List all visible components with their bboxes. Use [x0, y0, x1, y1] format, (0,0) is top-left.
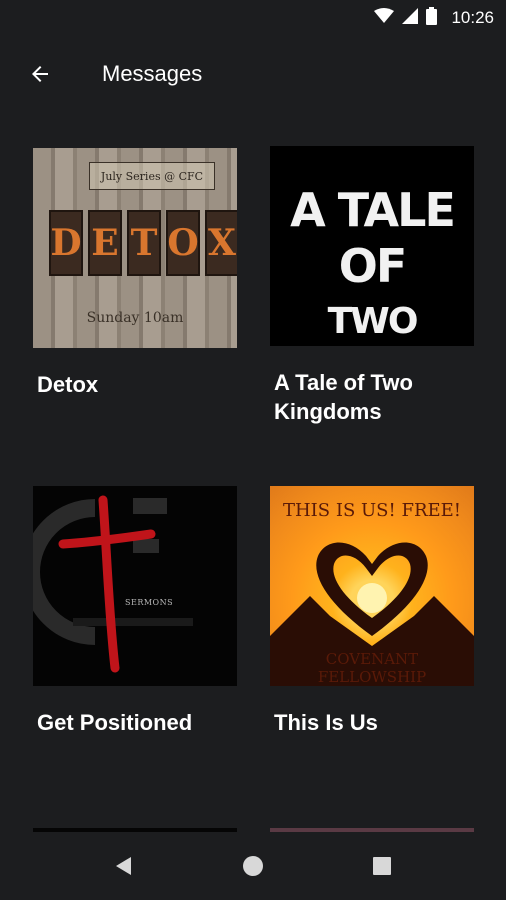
thumbnail-label: SERMONS	[125, 598, 174, 607]
letter-tiles: D E T O X	[49, 210, 237, 276]
thumbnail-line-1: A TALE OF	[290, 183, 456, 293]
back-button[interactable]	[16, 50, 64, 98]
thumbnail-bottom-text: COVENANT FELLOWSHIP	[317, 650, 427, 686]
message-title[interactable]: Detox	[37, 370, 237, 399]
status-bar: 10:26	[0, 0, 506, 36]
letter-tile: T	[127, 210, 161, 276]
message-thumbnail[interactable]: July Series @ CFC D E T O X Sunday 10am	[33, 148, 237, 348]
nav-back-button[interactable]	[100, 842, 148, 890]
message-title[interactable]: Get Positioned	[37, 708, 237, 737]
thumbnail-text: A TALE OF TWO KINGDOMS	[270, 182, 474, 346]
status-icons: 10:26	[374, 6, 494, 30]
nav-recents-button[interactable]	[358, 842, 406, 890]
message-card-get-positioned[interactable]: SERMONS Get Positioned	[33, 486, 237, 737]
status-time: 10:26	[451, 8, 494, 27]
thumbnail-subtitle: Sunday 10am	[86, 310, 184, 326]
message-thumbnail[interactable]: SERMONS	[33, 486, 237, 686]
page-title: Messages	[102, 61, 203, 86]
message-card-detox[interactable]: July Series @ CFC D E T O X Sunday 10am …	[33, 148, 237, 399]
message-title[interactable]: This Is Us	[274, 708, 474, 737]
thumbnail-line-2: TWO KINGDOMS	[327, 301, 419, 342]
message-card-this-is-us[interactable]: THIS IS US! FREE! COVENANT FELLOWSHIP Th…	[270, 486, 474, 737]
letter-tile: X	[205, 210, 237, 276]
signal-icon	[402, 7, 419, 29]
wifi-icon	[374, 7, 395, 29]
letter-tile: O	[166, 210, 200, 276]
letter-tile: E	[88, 210, 122, 276]
triangle-back-icon	[116, 857, 132, 875]
circle-home-icon	[242, 856, 263, 876]
app-bar: Messages	[0, 42, 506, 106]
letter-tile: D	[49, 210, 83, 276]
square-recents-icon	[372, 857, 391, 875]
message-title[interactable]: A Tale of Two Kingdoms	[274, 368, 474, 426]
thumbnail-banner: July Series @ CFC	[89, 162, 215, 190]
thumbnail-top-text: THIS IS US! FREE!	[282, 500, 462, 521]
navigation-bar	[0, 832, 506, 900]
battery-icon	[426, 6, 438, 30]
message-thumbnail[interactable]: A TALE OF TWO KINGDOMS	[270, 146, 474, 346]
message-thumbnail[interactable]: THIS IS US! FREE! COVENANT FELLOWSHIP	[270, 486, 474, 686]
cross-icon	[58, 495, 156, 673]
message-card-tale-of-two-kingdoms[interactable]: A TALE OF TWO KINGDOMS A Tale of Two Kin…	[270, 146, 474, 426]
nav-home-button[interactable]	[229, 842, 277, 890]
arrow-left-icon	[32, 66, 48, 82]
